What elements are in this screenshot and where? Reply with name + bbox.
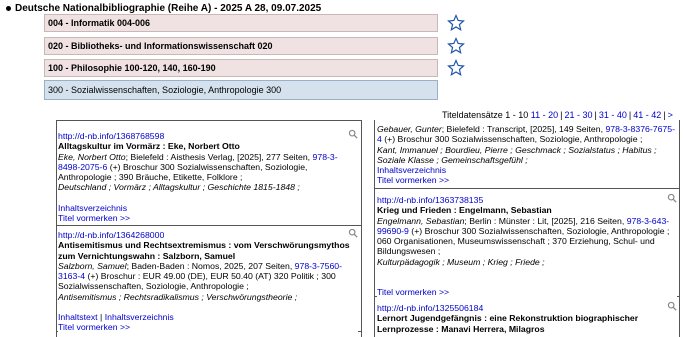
divider (374, 188, 679, 189)
divider (374, 120, 375, 337)
page-link-41-42[interactable]: 41 - 42 (633, 110, 661, 120)
content-text-link[interactable]: Inhaltstext (58, 312, 98, 322)
save-title-link[interactable]: Titel vormerken >> (377, 287, 677, 297)
record-description: Salzborn, Samuel; Baden-Baden : Nomos, 2… (58, 261, 358, 292)
record-description: Engelmann, Sebastian; Berlin : Münster :… (377, 216, 677, 257)
subject-label: 100 - Philosophie 100-120, 140, 160-190 (48, 63, 216, 73)
record-url-link[interactable]: http://d-nb.info/1364268000 (58, 230, 358, 240)
record-1: http://d-nb.info/1368768598 Alltagskultu… (58, 129, 358, 224)
bibliography-heading: Deutsche Nationalbibliographie (Reihe A)… (6, 3, 321, 14)
record-publication: ; Baden-Baden : Nomos, 2025, 207 Seiten, (126, 260, 293, 271)
paging-label: Titeldatensätze 1 - 10 (442, 110, 529, 120)
divider (56, 120, 361, 121)
toc-link[interactable]: Inhaltsverzeichnis (58, 203, 358, 213)
record-classification: (+) Broschur : EUR 49.00 (DE), EUR 50.40… (58, 271, 336, 292)
save-title-link[interactable]: Titel vormerken >> (58, 322, 358, 332)
save-title-link[interactable]: Titel vormerken >> (58, 213, 358, 223)
record-title: Antisemitismus und Rechtsextremismus : v… (58, 240, 350, 261)
star-icon[interactable] (447, 37, 465, 55)
divider (679, 120, 680, 337)
subject-label: 004 - Informatik 004-006 (48, 18, 151, 28)
page-link-21-30[interactable]: 21 - 30 (564, 110, 592, 120)
subject-300[interactable]: 300 - Sozialwissenschaften, Soziologie, … (44, 80, 438, 100)
magnifier-icon[interactable] (348, 129, 358, 139)
subject-label: 020 - Bibliotheks- und Informationswisse… (48, 41, 273, 51)
record-url-link[interactable]: http://d-nb.info/1325506184 (377, 303, 677, 313)
record-url-link[interactable]: http://d-nb.info/1363738135 (377, 195, 677, 205)
subject-label: 300 - Sozialwissenschaften, Soziologie, … (48, 85, 282, 95)
record-classification: (+) Broschur 300 Sozialwissenschaften, S… (381, 134, 643, 145)
subject-020[interactable]: 020 - Bibliotheks- und Informationswisse… (44, 37, 465, 55)
record-description: Eke, Norbert Otto; Bielefeld : Aisthesis… (58, 152, 358, 183)
divider (361, 120, 362, 337)
record-author: Eke, Norbert Otto (58, 151, 126, 162)
star-icon[interactable] (447, 14, 465, 32)
record-title: Krieg und Frieden : Engelmann, Sebastian (377, 205, 552, 216)
record-url-link[interactable]: http://d-nb.info/1368768598 (58, 131, 358, 141)
record-author: Salzborn, Samuel (58, 260, 127, 271)
record-title: Lernort Jugendgefängnis : eine Rekonstru… (377, 313, 639, 334)
toc-link[interactable]: Inhaltsverzeichnis (105, 312, 174, 322)
record-author: Engelmann, Sebastian (377, 215, 465, 226)
star-icon[interactable] (447, 59, 465, 77)
record-classification: (+) Broschur 300 Sozialwissenschaften, S… (377, 225, 670, 257)
pagination: Titeldatensätze 1 - 10 11 - 20 | 21 - 30 | 3… (442, 110, 673, 120)
record-keywords: Kulturpädagogik ; Museum ; Krieg ; Fried… (377, 256, 545, 267)
record-4: http://d-nb.info/1363738135 Krieg und Fr… (377, 193, 677, 298)
subject-100[interactable]: 100 - Philosophie 100-120, 140, 160-190 (44, 59, 465, 77)
divider (56, 120, 57, 337)
bullet-icon (6, 5, 11, 11)
record-description: Gebauer, Gunter; Bielefeld : Transcript,… (377, 124, 677, 145)
record-author: Gebauer, Gunter (377, 124, 442, 134)
record-keywords: Kant, Immanuel ; Bourdieu, Pierre ; Gesc… (377, 144, 657, 165)
record-3: Gebauer, Gunter; Bielefeld : Transcript,… (377, 124, 677, 186)
heading-text: Deutsche Nationalbibliographie (Reihe A)… (15, 3, 322, 14)
next-page-link[interactable]: > (668, 110, 673, 120)
magnifier-icon[interactable] (667, 193, 677, 203)
record-publication: ; Bielefeld : Aisthesis Verlag, [2025], … (125, 151, 311, 162)
page-link-11-20[interactable]: 11 - 20 (531, 110, 558, 120)
record-2: http://d-nb.info/1364268000 Antisemitism… (58, 228, 358, 333)
record-keywords: Antisemitismus ; Rechtsradikalismus ; Ve… (58, 291, 298, 302)
divider (56, 225, 361, 226)
record-title: Alltagskultur im Vormärz : Eke, Norbert … (58, 141, 240, 152)
page-link-31-40[interactable]: 31 - 40 (599, 110, 627, 120)
record-publication: ; Berlin : Münster : Lit, [2025], 216 Se… (464, 215, 625, 226)
record-keywords: Deutschland ; Vormärz ; Alltagskultur ; … (58, 182, 300, 193)
magnifier-icon[interactable] (348, 228, 358, 238)
record-5: http://d-nb.info/1325506184 Lernort Juge… (377, 301, 677, 334)
subject-004[interactable]: 004 - Informatik 004-006 (44, 14, 465, 32)
magnifier-icon[interactable] (667, 301, 677, 311)
record-publication: ; Bielefeld : Transcript, [2025], 149 Se… (441, 124, 604, 134)
toc-link[interactable]: Inhaltsverzeichnis (377, 165, 677, 175)
save-title-link[interactable]: Titel vormerken >> (377, 175, 677, 185)
